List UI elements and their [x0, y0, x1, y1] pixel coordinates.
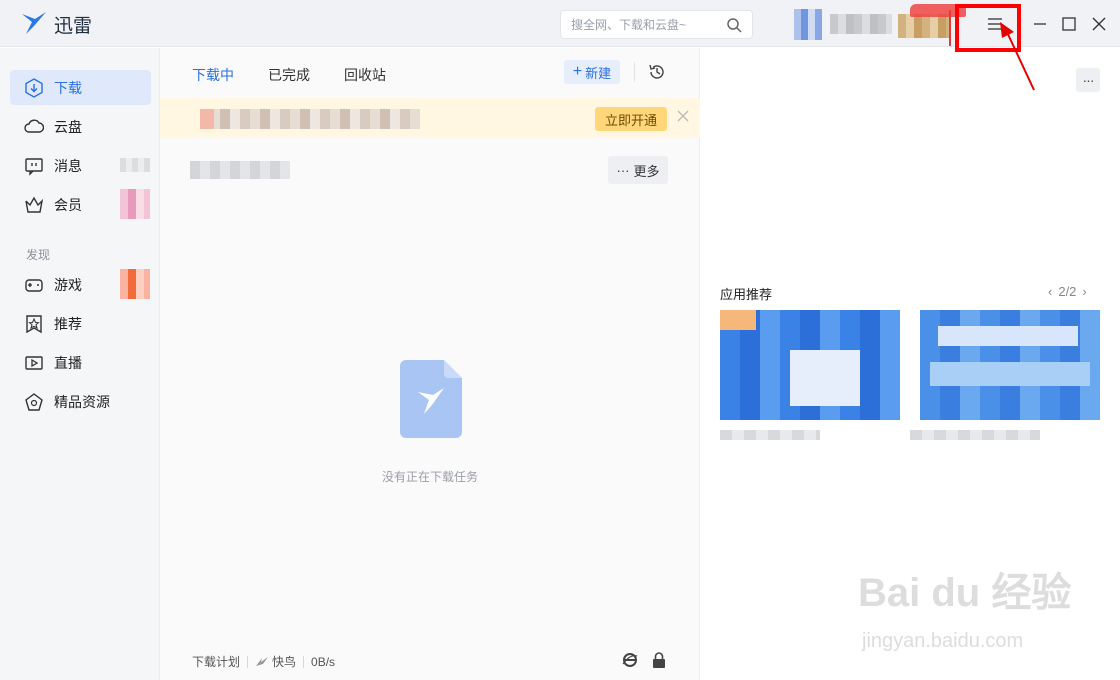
close-icon[interactable]	[676, 109, 690, 123]
history-icon[interactable]	[647, 62, 667, 82]
plus-icon: +	[572, 63, 583, 80]
sidebar-item-label: 云盘	[54, 118, 82, 135]
empty-state-file-icon	[400, 360, 462, 438]
vip-badge	[120, 189, 150, 219]
promo-icon	[200, 109, 214, 129]
sidebar-item-label: 精品资源	[54, 393, 110, 410]
watermark-url: jingyan.baidu.com	[862, 630, 1024, 652]
recommend-pager: ‹ 2/2 ›	[1048, 284, 1087, 299]
promo-banner: 立即开通	[160, 98, 700, 138]
chevron-left-icon[interactable]: ‹	[1048, 284, 1052, 299]
search-icon[interactable]	[726, 17, 742, 33]
recommend-card[interactable]	[920, 310, 1100, 420]
bird-icon	[256, 656, 269, 666]
recommend-card[interactable]	[720, 310, 900, 420]
download-panel: 下载中 已完成 回收站 + 新建 立即开通 ··· 更多 没有正在下载任务 下载…	[160, 48, 700, 680]
chevron-right-icon[interactable]: ›	[1082, 284, 1086, 299]
sidebar-item-vip[interactable]: 会员	[10, 187, 151, 222]
lock-icon[interactable]	[652, 652, 666, 668]
tab-recycle-bin[interactable]: 回收站	[344, 65, 386, 85]
app-recommend-title: 应用推荐	[720, 287, 773, 302]
promo-text	[200, 109, 420, 129]
xunlei-logo-icon	[22, 12, 46, 34]
page-indicator: 2/2	[1058, 284, 1077, 299]
annotation-arrow-icon	[1000, 22, 1035, 91]
cloud-icon	[24, 119, 44, 133]
ellipsis-icon: ···	[616, 162, 630, 178]
gem-icon	[25, 392, 43, 411]
sidebar-item-game[interactable]: 游戏	[10, 267, 151, 302]
game-badge	[120, 269, 150, 299]
sidebar-item-label: 直播	[54, 354, 82, 371]
tab-downloading[interactable]: 下载中	[192, 65, 234, 85]
divider	[634, 62, 635, 82]
list-title	[190, 161, 290, 179]
avatar[interactable]	[794, 9, 822, 40]
recommend-card-caption	[720, 430, 820, 440]
ellipsis-icon: ···	[1082, 72, 1095, 88]
more-options-button[interactable]: ···	[1076, 68, 1100, 92]
divider	[303, 655, 305, 668]
sidebar-item-label: 消息	[54, 157, 82, 174]
app-title: 迅雷	[54, 16, 93, 37]
title-bar: 迅雷	[0, 0, 1120, 47]
message-icon	[25, 157, 43, 176]
more-label: 更多	[633, 163, 660, 179]
search-box[interactable]	[560, 10, 753, 39]
sidebar-item-recommend[interactable]: 推荐	[10, 306, 151, 341]
vip-badge[interactable]	[898, 14, 950, 38]
gamepad-icon	[25, 278, 43, 292]
sidebar: 下载 云盘 消息 会员 发现 游戏 推荐 直播 精品资源	[0, 48, 160, 680]
tab-completed[interactable]: 已完成	[268, 65, 310, 85]
section-label-discover: 发现	[26, 248, 51, 262]
search-input[interactable]	[571, 17, 721, 33]
download-plan-link[interactable]: 下载计划	[192, 653, 240, 670]
sidebar-item-premium-resources[interactable]: 精品资源	[10, 384, 151, 419]
username[interactable]	[830, 14, 892, 34]
sidebar-item-download[interactable]: 下载	[10, 70, 151, 105]
sidebar-item-label: 会员	[54, 196, 82, 213]
recommend-card-caption	[910, 430, 1040, 440]
sidebar-item-message[interactable]: 消息	[10, 148, 151, 183]
sidebar-item-label: 推荐	[54, 315, 82, 332]
sidebar-item-cloud[interactable]: 云盘	[10, 109, 151, 144]
sidebar-item-label: 下载	[54, 79, 82, 96]
empty-state-text: 没有正在下载任务	[381, 470, 478, 484]
crown-icon	[25, 196, 44, 213]
sidebar-item-label: 游戏	[54, 276, 82, 293]
watermark: Bai du 经验	[858, 571, 1072, 615]
live-icon	[25, 355, 43, 370]
maximize-icon[interactable]	[1059, 14, 1079, 34]
download-speed: 0B/s	[311, 654, 336, 669]
sidebar-item-live[interactable]: 直播	[10, 345, 151, 380]
fast-bird-link[interactable]: 快鸟	[272, 653, 296, 670]
new-task-label: 新建	[585, 65, 612, 81]
divider	[247, 655, 249, 668]
browser-icon[interactable]	[622, 652, 638, 668]
star-icon	[26, 314, 42, 333]
message-count-badge	[120, 158, 150, 172]
divider	[949, 10, 951, 46]
more-button[interactable]: ··· 更多	[608, 156, 668, 184]
download-icon	[25, 77, 43, 98]
close-icon[interactable]	[1089, 14, 1109, 34]
status-bar: 下载计划 快鸟 0B/s	[192, 653, 335, 670]
activate-now-button[interactable]: 立即开通	[595, 107, 667, 131]
new-task-button[interactable]: + 新建	[564, 60, 620, 84]
